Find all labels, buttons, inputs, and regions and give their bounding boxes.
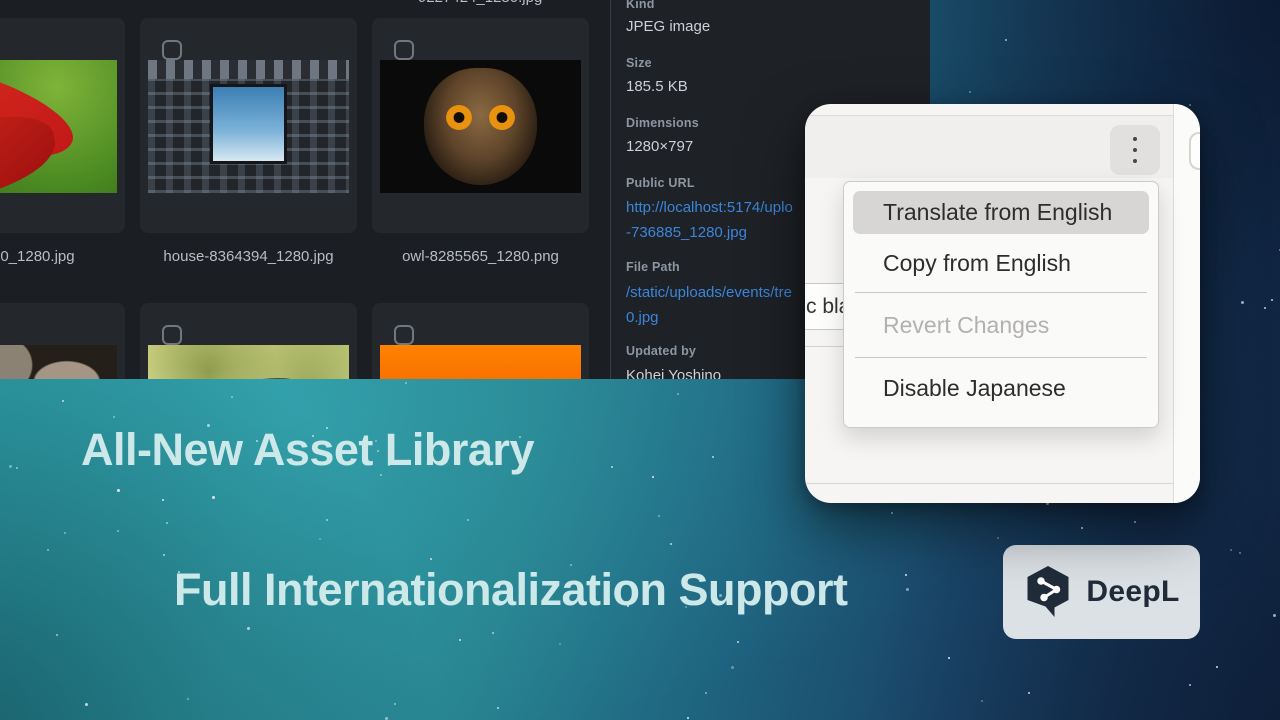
row-divider: [805, 346, 844, 347]
tree-thumbnail: [148, 345, 349, 379]
file-path-link[interactable]: /static/uploads/events/tre: [626, 284, 792, 301]
kind-label: Kind: [626, 0, 655, 11]
public-url-link[interactable]: http://localhost:5174/uplo: [626, 199, 793, 216]
clipped-side-button[interactable]: [1189, 132, 1200, 170]
asset-card-stones[interactable]: [0, 303, 125, 379]
deepl-badge: DeepL: [1003, 545, 1200, 639]
house-thumbnail: [148, 60, 349, 193]
public-url-label: Public URL: [626, 176, 695, 190]
owl-thumbnail: [380, 60, 581, 193]
asset-checkbox[interactable]: [394, 325, 414, 345]
file-path-label: File Path: [626, 260, 680, 274]
dimensions-value: 1280×797: [626, 138, 693, 155]
more-vertical-icon: [1133, 137, 1137, 163]
text-field-fragment[interactable]: c bla: [805, 283, 844, 330]
asset-filename: 60_1280.jpg: [0, 248, 75, 265]
asset-card-tree[interactable]: [140, 303, 357, 379]
dialog-footer-divider: [805, 483, 1173, 484]
asset-checkbox[interactable]: [162, 40, 182, 60]
asset-card-house[interactable]: [140, 18, 357, 233]
updated-by-label: Updated by: [626, 344, 696, 358]
deepl-brand-text: DeepL: [1086, 575, 1179, 609]
asset-checkbox[interactable]: [394, 40, 414, 60]
orange-thumbnail: [380, 345, 581, 379]
menu-item-translate-from-english[interactable]: Translate from English: [853, 191, 1149, 234]
more-options-button[interactable]: [1110, 125, 1160, 175]
asset-card-owl[interactable]: [372, 18, 589, 233]
asset-card-orange[interactable]: [372, 303, 589, 379]
asset-card-flower[interactable]: [0, 18, 125, 233]
asset-filename: house-8364394_1280.jpg: [140, 248, 357, 265]
dimensions-label: Dimensions: [626, 116, 699, 130]
dialog-header-divider: [805, 115, 1174, 116]
updated-by-value: Kohei Yoshino: [626, 367, 721, 379]
asset-library-window: 9227424_1280.jpg 60_1280.jpg house-83643…: [0, 0, 930, 379]
flower-thumbnail: [0, 60, 117, 193]
asset-filename-clipped: 9227424_1280.jpg: [418, 0, 542, 6]
menu-item-disable-japanese[interactable]: Disable Japanese: [853, 358, 1149, 418]
headline-asset-library: All-New Asset Library: [81, 424, 534, 476]
file-path-link[interactable]: 0.jpg: [626, 309, 659, 326]
size-label: Size: [626, 56, 652, 70]
asset-checkbox[interactable]: [162, 325, 182, 345]
menu-item-copy-from-english[interactable]: Copy from English: [853, 234, 1149, 292]
headline-i18n-support: Full Internationalization Support: [174, 564, 847, 616]
public-url-link[interactable]: -736885_1280.jpg: [626, 224, 747, 241]
size-value: 185.5 KB: [626, 78, 688, 95]
kind-value: JPEG image: [626, 18, 710, 35]
asset-filename: owl-8285565_1280.png: [372, 248, 589, 265]
deepl-logo-icon: [1023, 564, 1073, 620]
context-menu: Translate from English Copy from English…: [843, 181, 1159, 428]
stones-thumbnail: [0, 345, 117, 379]
menu-item-revert-changes: Revert Changes: [853, 293, 1149, 357]
translation-dialog: c bla Translate from English Copy from E…: [805, 104, 1200, 503]
